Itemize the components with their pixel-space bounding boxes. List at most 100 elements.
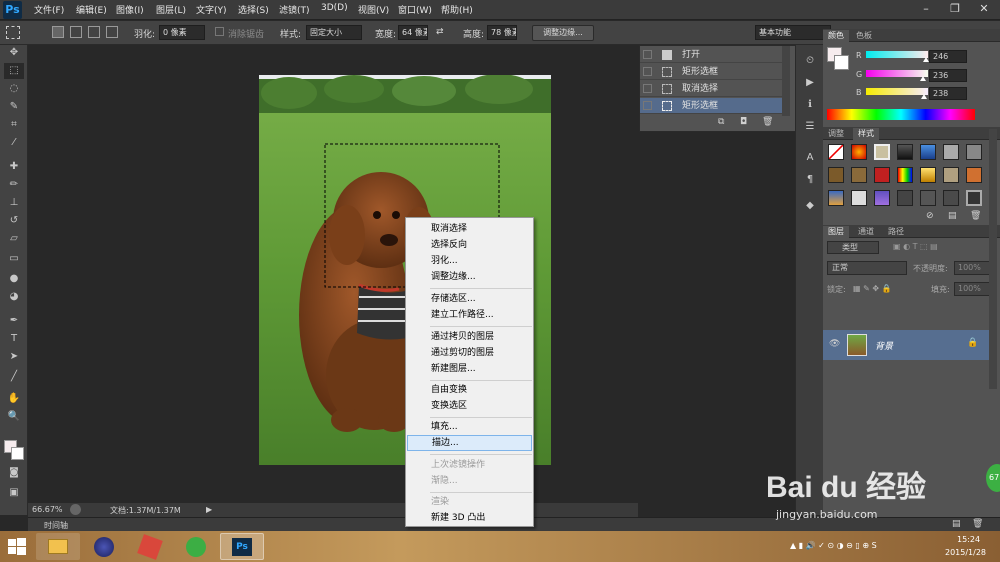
menu-edit[interactable]: 编辑(E)	[76, 3, 107, 16]
close-button[interactable]: ✕	[970, 1, 998, 18]
stamp-tool-icon[interactable]: ⊥	[4, 195, 24, 211]
blue-value[interactable]: 238	[929, 87, 967, 100]
menu-filter[interactable]: 滤镜(T)	[279, 3, 310, 16]
blur-tool-icon[interactable]: ●	[4, 271, 24, 287]
actions-panel-icon[interactable]: ▶	[802, 75, 818, 91]
delete-layer-icon[interactable]: 🗑	[972, 519, 983, 529]
marquee-tool-icon[interactable]	[6, 26, 20, 39]
minimize-button[interactable]: –	[912, 1, 940, 18]
character-panel-icon[interactable]: A	[802, 150, 818, 166]
healing-brush-icon[interactable]: ✚	[4, 159, 24, 175]
style-swatch[interactable]	[920, 144, 936, 160]
paragraph-panel-icon[interactable]: ¶	[802, 172, 818, 188]
background-color-swatch[interactable]	[11, 447, 24, 460]
filter-icons[interactable]: ▣ ◐ T ⬚ ▤	[893, 242, 938, 251]
style-swatch[interactable]	[828, 167, 844, 183]
menu-select[interactable]: 选择(S)	[238, 3, 269, 16]
style-swatch[interactable]	[920, 190, 936, 206]
history-checkbox[interactable]	[643, 84, 652, 93]
style-swatch[interactable]	[897, 144, 913, 160]
feather-input[interactable]: 0 像素	[159, 25, 205, 40]
style-swatch[interactable]	[943, 167, 959, 183]
history-scrollbar[interactable]	[782, 46, 790, 116]
subtract-selection-icon[interactable]	[88, 26, 100, 38]
style-swatch[interactable]	[874, 144, 890, 160]
new-document-from-state-icon[interactable]: ⧉	[718, 117, 724, 127]
bg-color-chip[interactable]	[834, 55, 849, 70]
path-select-icon[interactable]: ➤	[4, 349, 24, 365]
ctx-free-transform[interactable]: 自由变换	[407, 382, 532, 398]
history-item[interactable]: 取消选择	[640, 81, 790, 97]
style-swatch[interactable]	[920, 167, 936, 183]
tab-layers[interactable]: 图层	[823, 226, 849, 238]
height-input[interactable]: 78 像素	[487, 25, 517, 40]
width-input[interactable]: 64 像素	[398, 25, 428, 40]
status-info-icon[interactable]	[70, 504, 81, 515]
style-select[interactable]: 固定大小	[306, 25, 362, 40]
photoshop-taskbar-icon[interactable]: Ps	[220, 533, 264, 560]
style-swatch[interactable]	[874, 190, 890, 206]
new-layer-icon[interactable]: ▤	[952, 519, 961, 529]
new-style-icon[interactable]: ▤	[948, 211, 957, 221]
eyedropper-tool-icon[interactable]: ⁄	[4, 135, 24, 151]
lock-icons[interactable]: ▦ ✎ ✥ 🔒	[853, 284, 892, 293]
move-tool-icon[interactable]: ✥	[4, 45, 24, 61]
menu-image[interactable]: 图像(I)	[116, 3, 144, 16]
ctx-save-selection[interactable]: 存储选区...	[407, 291, 532, 307]
quick-select-tool-icon[interactable]: ✎	[4, 99, 24, 115]
tab-channels[interactable]: 通道	[853, 226, 879, 238]
explorer-taskbar-icon[interactable]	[36, 533, 80, 560]
style-swatch[interactable]	[874, 167, 890, 183]
status-menu-arrow-icon[interactable]: ▶	[206, 505, 212, 514]
delete-state-icon[interactable]: 🗑	[762, 117, 773, 127]
ctx-deselect[interactable]: 取消选择	[407, 221, 532, 237]
marquee-tool-icon[interactable]: ⬚	[4, 63, 24, 79]
clock-date[interactable]: 2015/1/28	[945, 548, 986, 557]
hand-tool-icon[interactable]: ✋	[4, 391, 24, 407]
right-panels-scrollbar[interactable]	[989, 129, 997, 389]
ctx-make-work-path[interactable]: 建立工作路径...	[407, 307, 532, 323]
restore-button[interactable]: ❐	[941, 1, 969, 18]
browser-taskbar-icon[interactable]	[174, 533, 218, 560]
tab-adjustments[interactable]: 调整	[823, 128, 849, 140]
brush-tool-icon[interactable]: ✏	[4, 177, 24, 193]
refine-edge-button[interactable]: 调整边缘...	[532, 25, 594, 41]
red-value[interactable]: 246	[929, 50, 967, 63]
lasso-tool-icon[interactable]: ◌	[4, 81, 24, 97]
history-item[interactable]: 打开	[640, 47, 790, 63]
color-spectrum-bar[interactable]	[827, 109, 975, 120]
gradient-tool-icon[interactable]: ▭	[4, 251, 24, 267]
intersect-selection-icon[interactable]	[106, 26, 118, 38]
blue-slider-thumb[interactable]	[920, 94, 927, 99]
clock-time[interactable]: 15:24	[957, 535, 980, 544]
timeline-label[interactable]: 时间轴	[44, 520, 68, 531]
ctx-select-inverse[interactable]: 选择反向	[407, 237, 532, 253]
clear-style-icon[interactable]: ⊘	[926, 211, 934, 221]
ctx-stroke[interactable]: 描边...	[407, 435, 532, 451]
antialias-checkbox[interactable]	[215, 27, 224, 36]
tab-paths[interactable]: 路径	[883, 226, 909, 238]
type-tool-icon[interactable]: T	[4, 331, 24, 347]
style-swatch-none[interactable]	[828, 144, 844, 160]
style-swatch[interactable]	[966, 190, 982, 206]
ctx-layer-via-cut[interactable]: 通过剪切的图层	[407, 345, 532, 361]
style-swatch[interactable]	[966, 144, 982, 160]
history-brush-icon[interactable]: ↺	[4, 213, 24, 229]
crop-tool-icon[interactable]: ⌗	[4, 117, 24, 133]
style-swatch[interactable]	[851, 190, 867, 206]
style-swatch[interactable]	[897, 167, 913, 183]
windows-start-icon[interactable]	[8, 538, 26, 556]
green-value[interactable]: 236	[929, 69, 967, 82]
visibility-eye-icon[interactable]: 👁	[829, 339, 840, 349]
style-swatch[interactable]	[966, 167, 982, 183]
menu-help[interactable]: 帮助(H)	[441, 3, 473, 16]
line-tool-icon[interactable]: ╱	[4, 369, 24, 385]
screen-mode-icon[interactable]: ▣	[4, 485, 24, 501]
history-item[interactable]: 矩形选框	[640, 64, 790, 80]
zoom-level[interactable]: 66.67%	[32, 505, 63, 514]
ctx-fill[interactable]: 填充...	[407, 419, 532, 435]
tab-color[interactable]: 颜色	[823, 30, 849, 42]
green-slider[interactable]	[866, 70, 928, 77]
layer-filter-select[interactable]: 类型	[827, 241, 879, 254]
menu-3d[interactable]: 3D(D)	[321, 3, 348, 13]
